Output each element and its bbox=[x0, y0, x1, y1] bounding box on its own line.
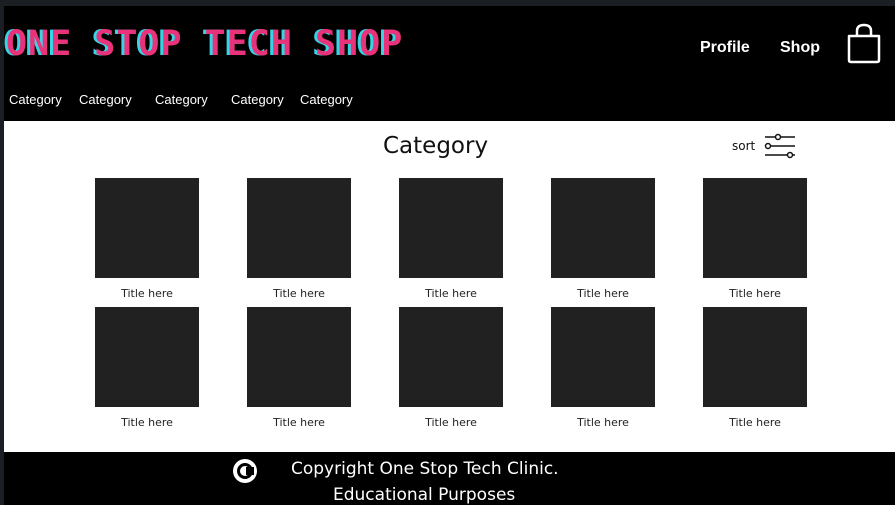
product-thumbnail[interactable] bbox=[703, 307, 807, 407]
nav-shop-link[interactable]: Shop bbox=[780, 39, 820, 57]
product-card[interactable]: Title here bbox=[551, 178, 655, 300]
product-card[interactable]: Title here bbox=[95, 307, 199, 429]
product-title[interactable]: Title here bbox=[95, 287, 199, 300]
product-card[interactable]: Title here bbox=[703, 307, 807, 429]
product-card[interactable]: Title here bbox=[247, 178, 351, 300]
product-card[interactable]: Title here bbox=[703, 178, 807, 300]
product-card[interactable]: Title here bbox=[399, 307, 503, 429]
product-title[interactable]: Title here bbox=[247, 287, 351, 300]
site-logo[interactable]: ONE STOP TECH SHOP bbox=[6, 24, 403, 64]
product-grid-section: Category sort Title here Title here Titl… bbox=[4, 121, 895, 452]
product-thumbnail[interactable] bbox=[551, 307, 655, 407]
footer-purpose-text: Educational Purposes bbox=[333, 485, 516, 505]
shopping-bag-icon[interactable] bbox=[846, 22, 882, 64]
product-thumbnail[interactable] bbox=[551, 178, 655, 278]
product-title[interactable]: Title here bbox=[551, 287, 655, 300]
product-title[interactable]: Title here bbox=[399, 287, 503, 300]
nav-profile-link[interactable]: Profile bbox=[700, 39, 750, 57]
product-card[interactable]: Title here bbox=[399, 178, 503, 300]
product-title[interactable]: Title here bbox=[95, 416, 199, 429]
product-title[interactable]: Title here bbox=[703, 416, 807, 429]
category-nav-item[interactable]: Category bbox=[155, 92, 208, 107]
page-frame: ONE STOP TECH SHOP Profile Shop Category… bbox=[4, 6, 895, 505]
product-thumbnail[interactable] bbox=[399, 178, 503, 278]
category-nav-item[interactable]: Category bbox=[9, 92, 62, 107]
copyright-icon bbox=[233, 459, 257, 483]
footer-copyright-text: Copyright One Stop Tech Clinic. bbox=[291, 459, 559, 479]
category-nav-item[interactable]: Category bbox=[79, 92, 132, 107]
product-card[interactable]: Title here bbox=[95, 178, 199, 300]
product-title[interactable]: Title here bbox=[551, 416, 655, 429]
product-title[interactable]: Title here bbox=[703, 287, 807, 300]
product-thumbnail[interactable] bbox=[247, 178, 351, 278]
product-card[interactable]: Title here bbox=[551, 307, 655, 429]
product-card[interactable]: Title here bbox=[247, 307, 351, 429]
product-thumbnail[interactable] bbox=[247, 307, 351, 407]
product-thumbnail[interactable] bbox=[399, 307, 503, 407]
category-nav-item[interactable]: Category bbox=[231, 92, 284, 107]
product-thumbnail[interactable] bbox=[95, 178, 199, 278]
product-title[interactable]: Title here bbox=[399, 416, 503, 429]
page-title: Category bbox=[383, 133, 489, 159]
product-title[interactable]: Title here bbox=[247, 416, 351, 429]
sliders-icon[interactable] bbox=[764, 133, 796, 159]
category-nav-item[interactable]: Category bbox=[300, 92, 353, 107]
product-thumbnail[interactable] bbox=[703, 178, 807, 278]
sort-label[interactable]: sort bbox=[732, 139, 755, 153]
product-thumbnail[interactable] bbox=[95, 307, 199, 407]
